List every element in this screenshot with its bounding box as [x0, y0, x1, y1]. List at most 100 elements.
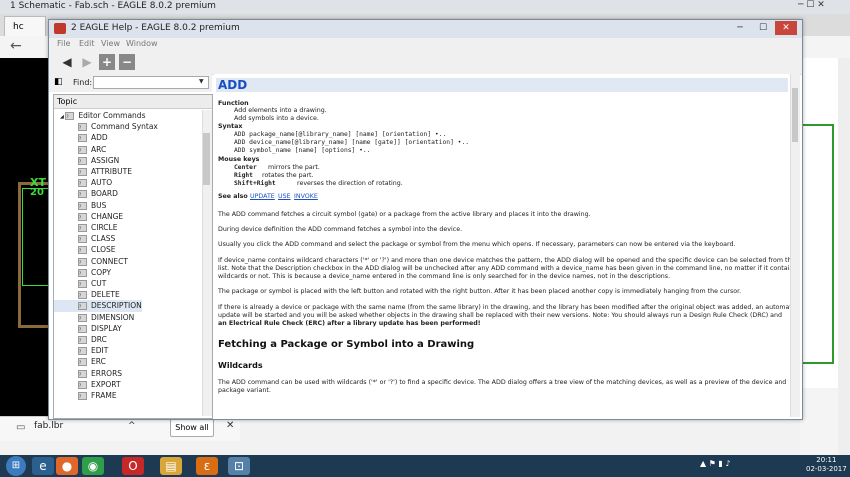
tree-item[interactable]: ? ATTRIBUTE [54, 166, 132, 177]
clock-time: 20:11 [816, 456, 837, 464]
network-app-icon[interactable]: ⊡ [228, 457, 250, 475]
tree-item-label: ASSIGN [91, 155, 120, 165]
forward-icon[interactable]: ▶ [79, 54, 95, 70]
key-shift-right-desc: reverses the direction of rotating. [297, 180, 403, 187]
right-schematic-area[interactable] [800, 58, 840, 388]
page-icon: ? [78, 190, 87, 199]
chrome-icon[interactable]: ◉ [82, 457, 104, 475]
subsection-heading: Wildcards [218, 361, 263, 370]
tree-item[interactable]: ? CIRCLE [54, 222, 117, 233]
tree-item-label: ERC [91, 357, 106, 367]
chevron-down-icon[interactable]: ▼ [199, 78, 204, 85]
minimize-button[interactable]: ─ [729, 21, 751, 35]
download-file-name[interactable]: fab.lbr [34, 421, 63, 431]
tree-item-label: CUT [91, 279, 107, 288]
tree-item[interactable]: ? Command Syntax [54, 121, 158, 132]
tree-folder-editor-commands[interactable]: ◢ ? Editor Commands [54, 110, 145, 121]
tree-item[interactable]: ? EXPORT [54, 379, 121, 390]
menu-file[interactable]: File [57, 39, 70, 48]
tree-item[interactable]: ? ADD [54, 132, 108, 143]
section-heading: Fetching a Package or Symbol into a Draw… [218, 339, 475, 350]
page-icon: ? [78, 257, 87, 266]
tree-item-label: COPY [91, 267, 112, 277]
link-invoke[interactable]: INVOKE [294, 193, 318, 201]
key-shift-right: Shift+Right [234, 180, 276, 187]
tree-item[interactable]: ? CONNECT [54, 256, 128, 267]
menu-edit[interactable]: Edit [79, 39, 95, 48]
tree-item[interactable]: ? DISPLAY [54, 323, 122, 334]
zoom-out-icon[interactable]: − [119, 54, 135, 70]
tree-item-label: BUS [91, 200, 107, 210]
tree-item-label: DRC [91, 335, 107, 344]
content-scroll-thumb[interactable] [792, 88, 798, 142]
tree-item[interactable]: ? ASSIGN [54, 155, 119, 166]
para-5: The package or symbol is placed with the… [218, 288, 742, 295]
tree-item-label: CIRCLE [91, 223, 118, 232]
browser-window-controls[interactable]: ─ ☐ ✕ [798, 0, 850, 14]
find-input[interactable] [93, 76, 209, 89]
schematic-label-20: 20 [30, 187, 44, 198]
tree-item[interactable]: ? FRAME [54, 390, 117, 401]
find-icon: ◧ [54, 77, 63, 87]
explorer-icon[interactable]: e [32, 457, 54, 475]
tree-item-label: EXPORT [91, 379, 121, 389]
chevron-up-icon[interactable]: ^ [128, 421, 136, 431]
close-icon[interactable]: ✕ [226, 420, 234, 431]
back-icon[interactable]: ◀ [59, 54, 75, 70]
tree-item[interactable]: ? DIMENSION [54, 312, 134, 323]
start-button[interactable]: ⊞ [6, 456, 26, 476]
topic-panel: Topic ◢ ? Editor Commands? Command Syntax?… [53, 94, 213, 419]
tree-item[interactable]: ? BUS [54, 200, 106, 211]
mouse-keys-heading: Mouse keys [218, 156, 260, 163]
tree-item-label: CONNECT [91, 256, 128, 266]
right-scrollbar[interactable] [838, 58, 850, 455]
page-icon: ? [65, 112, 75, 120]
key-right: Right [234, 172, 253, 179]
show-all-button[interactable]: Show all [170, 419, 214, 437]
tree-item[interactable]: ? ERRORS [54, 368, 122, 379]
tree-item[interactable]: ? BOARD [54, 188, 118, 199]
page-icon: ? [78, 123, 87, 132]
zoom-in-icon[interactable]: + [99, 54, 115, 70]
tree-item[interactable]: ? DRC [54, 334, 107, 345]
tree-item[interactable]: ? ERC [54, 356, 106, 367]
page-icon: ? [78, 145, 87, 154]
help-window: 2 EAGLE Help - EAGLE 8.0.2 premium ─ ☐ ✕… [48, 19, 803, 420]
clock[interactable]: 20:11 02-03-2017 [806, 456, 847, 474]
tree-item-label: BOARD [91, 189, 118, 199]
tree-item[interactable]: ? CHANGE [54, 211, 123, 222]
folder-icon[interactable]: ▤ [160, 457, 182, 475]
opera-icon[interactable]: O [122, 457, 144, 475]
link-use[interactable]: USE [278, 193, 291, 201]
back-arrow-icon[interactable]: ← [10, 38, 22, 54]
syntax-line-1: ADD package_name[@library_name] [name] [… [234, 131, 447, 138]
page-icon: ? [78, 302, 87, 311]
tree-item[interactable]: ? CLASS [54, 233, 115, 244]
topic-header: Topic [54, 95, 212, 109]
tree-item[interactable]: ? EDIT [54, 345, 108, 356]
link-update[interactable]: UPDATE [250, 193, 275, 201]
page-icon: ? [78, 224, 87, 232]
browser-tab[interactable]: hc [4, 16, 46, 36]
topic-scroll-thumb[interactable] [203, 133, 210, 185]
tree-item[interactable]: ? CUT [54, 278, 106, 289]
tree-item[interactable]: ? ARC [54, 144, 106, 155]
menu-view[interactable]: View [101, 39, 120, 48]
tree-item[interactable]: ? COPY [54, 267, 111, 278]
system-tray[interactable]: ▲ ⚑ ▮ ♪ [700, 459, 730, 468]
tree-item[interactable]: ? DESCRIPTION [54, 300, 142, 312]
para-4-line-3: wildcards or not. This is because a devi… [218, 273, 671, 280]
schematic-canvas[interactable]: XT 20 [0, 58, 49, 416]
tree-item-label: CLASS [91, 234, 116, 244]
firefox-icon[interactable]: ● [56, 457, 78, 475]
page-icon: ? [78, 201, 87, 210]
menu-window[interactable]: Window [126, 39, 158, 48]
tree-item[interactable]: ? DELETE [54, 289, 120, 300]
tree-item[interactable]: ? CLOSE [54, 244, 116, 255]
eagle-taskbar-icon[interactable]: ε [196, 457, 218, 475]
close-button[interactable]: ✕ [775, 21, 797, 35]
tree-item[interactable]: ? AUTO [54, 177, 112, 188]
maximize-button[interactable]: ☐ [752, 21, 774, 35]
page-icon: ? [78, 134, 87, 143]
page-icon: ? [78, 168, 87, 176]
